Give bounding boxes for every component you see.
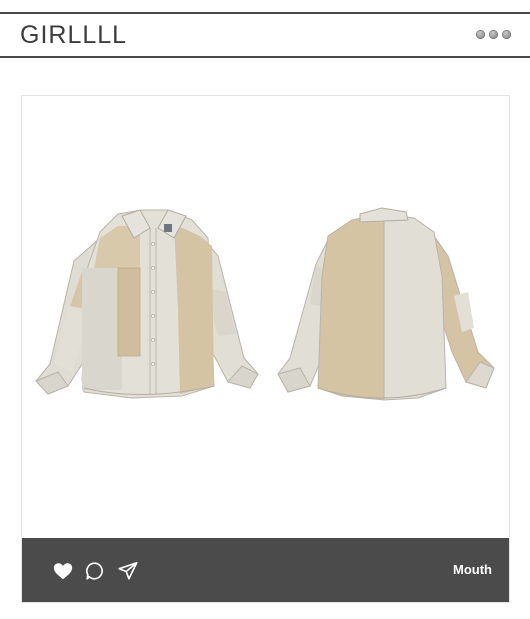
post-card: Mouth (21, 95, 510, 603)
post-image[interactable] (22, 96, 509, 538)
back-shirt (277, 207, 495, 401)
brand-title: GIRLLLL (20, 21, 128, 49)
heart-icon[interactable] (52, 560, 74, 582)
comment-icon[interactable] (84, 560, 106, 582)
more-dots-icon[interactable] (476, 30, 511, 39)
send-icon[interactable] (117, 560, 139, 582)
username[interactable]: Mouth (453, 562, 492, 577)
post-action-bar: Mouth (22, 538, 509, 602)
dot-icon (476, 30, 485, 39)
shirts-illustration (35, 207, 495, 401)
dot-icon (502, 30, 511, 39)
front-shirt (35, 209, 259, 399)
dot-icon (489, 30, 498, 39)
top-bar: GIRLLLL (0, 12, 530, 58)
